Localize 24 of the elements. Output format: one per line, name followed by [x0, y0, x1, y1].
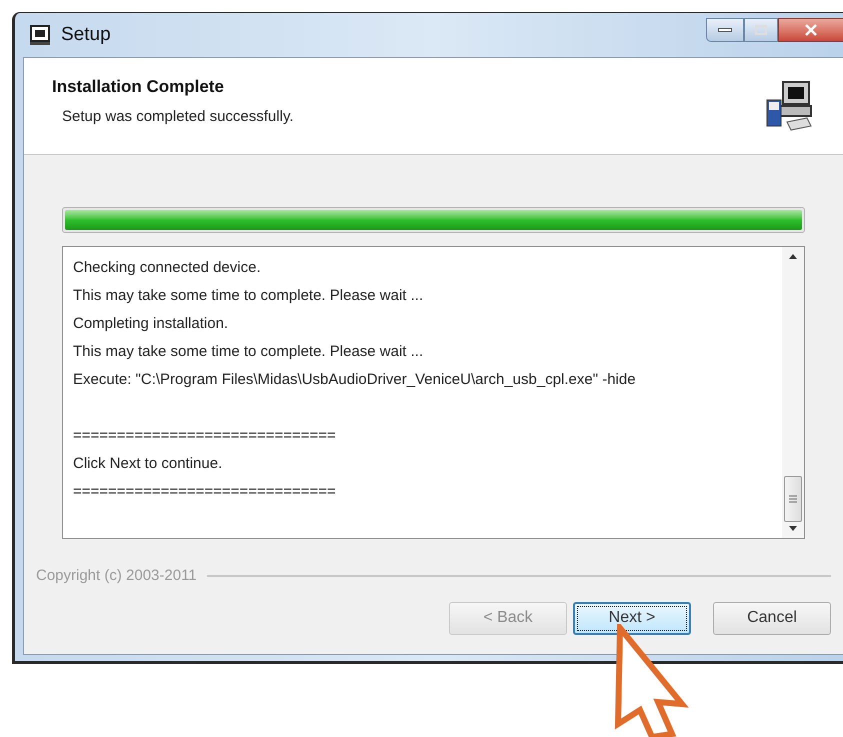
maximize-button[interactable]	[744, 18, 778, 42]
header-subtitle: Setup was completed successfully.	[62, 106, 294, 126]
grip-icon	[789, 495, 797, 503]
log-line: Execute: "C:\Program Files\Midas\UsbAudioDriver_VeniceU\arch_usb_cpl.exe" -hide	[73, 370, 637, 390]
minimize-button[interactable]	[706, 18, 744, 42]
log-line: ==============================	[73, 426, 337, 446]
copyright-text: Copyright (c) 2003-2011	[36, 566, 197, 586]
scroll-thumb[interactable]	[784, 476, 802, 522]
log-line: ==============================	[73, 482, 337, 502]
scrollbar[interactable]	[782, 247, 804, 538]
log-line: This may take some time to complete. Please wait ...	[73, 286, 424, 306]
log-line: Click Next to continue.	[73, 454, 224, 474]
close-button[interactable]	[778, 18, 843, 42]
log-line: Completing installation.	[73, 314, 230, 334]
log-line: This may take some time to complete. Please wait ...	[73, 342, 424, 362]
close-icon	[805, 24, 817, 36]
log-line: Checking connected device.	[73, 258, 262, 278]
dialog-button[interactable]: Next >	[573, 602, 691, 634]
scroll-down-icon[interactable]	[788, 526, 798, 532]
setup-icon	[29, 24, 51, 46]
dialog-button[interactable]: Cancel	[713, 602, 831, 634]
window-title: Setup	[61, 22, 111, 47]
scroll-up-icon[interactable]	[788, 253, 798, 259]
header-title: Installation Complete	[52, 76, 225, 98]
